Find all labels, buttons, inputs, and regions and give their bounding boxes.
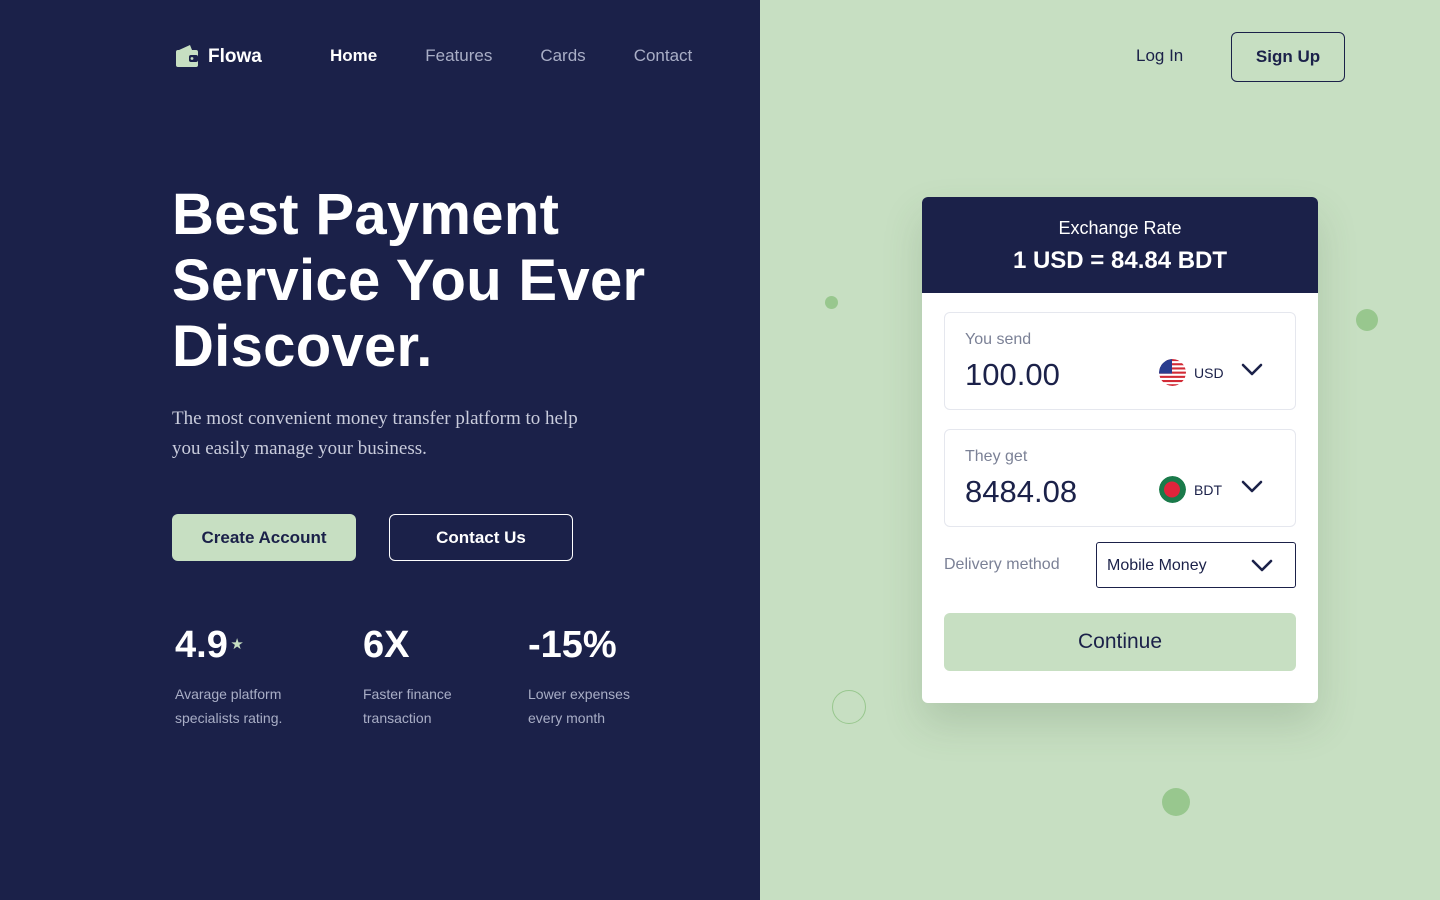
chevron-down-icon bbox=[1251, 559, 1273, 572]
chevron-down-icon[interactable] bbox=[1241, 480, 1263, 494]
send-amount[interactable]: 100.00 bbox=[965, 357, 1060, 393]
receive-amount[interactable]: 8484.08 bbox=[965, 474, 1077, 510]
stat-value-text: 4.9 bbox=[175, 624, 228, 666]
stat-label: Avarage platform specialists rating. bbox=[175, 682, 282, 730]
hero-title-line: Best Payment bbox=[172, 182, 560, 247]
nav-contact[interactable]: Contact bbox=[634, 46, 693, 66]
stat-label-line: transaction bbox=[363, 710, 432, 726]
brand-logo[interactable]: Flowa bbox=[175, 44, 262, 69]
stat-rating: 4.9 ★ Avarage platform specialists ratin… bbox=[175, 622, 282, 730]
stat-label: Faster finance transaction bbox=[363, 682, 452, 730]
stat-value: -15% bbox=[528, 624, 617, 666]
continue-button[interactable]: Continue bbox=[944, 613, 1296, 671]
star-icon: ★ bbox=[230, 636, 244, 653]
stat-label-line: specialists rating. bbox=[175, 710, 283, 726]
nav-cards[interactable]: Cards bbox=[540, 46, 585, 66]
stat-speed: 6X Faster finance transaction bbox=[363, 622, 452, 730]
send-currency-select[interactable]: USD bbox=[1159, 359, 1224, 386]
send-label: You send bbox=[965, 331, 1032, 348]
bd-flag-icon bbox=[1159, 476, 1186, 503]
main-nav: Home Features Cards Contact bbox=[330, 46, 692, 66]
contact-us-button[interactable]: Contact Us bbox=[389, 514, 573, 561]
hero-subtitle: The most convenient money transfer platf… bbox=[172, 404, 632, 464]
delivery-method-label: Delivery method bbox=[944, 556, 1060, 573]
brand-name: Flowa bbox=[208, 45, 262, 67]
stat-label-line: Lower expenses bbox=[528, 686, 630, 702]
exchange-rate-header: Exchange Rate 1 USD = 84.84 BDT bbox=[922, 197, 1318, 293]
receive-amount-field[interactable]: They get 8484.08 BDT bbox=[944, 429, 1296, 527]
stat-value: 4.9 ★ bbox=[175, 622, 244, 668]
decorative-dot bbox=[825, 296, 838, 309]
decorative-ring bbox=[832, 690, 866, 724]
send-currency-code: USD bbox=[1194, 364, 1224, 381]
hero-subtitle-line: you easily manage your business. bbox=[172, 438, 427, 459]
stat-label-line: Faster finance bbox=[363, 686, 452, 702]
exchange-rate-value: 1 USD = 84.84 BDT bbox=[1012, 247, 1228, 274]
stat-label-line: Avarage platform bbox=[175, 686, 282, 702]
exchange-card: Exchange Rate 1 USD = 84.84 BDT You send… bbox=[922, 197, 1318, 703]
delivery-method-select[interactable]: Mobile Money bbox=[1096, 542, 1296, 588]
signup-button[interactable]: Sign Up bbox=[1231, 32, 1345, 82]
decorative-dot bbox=[1162, 788, 1190, 816]
receive-currency-code: BDT bbox=[1194, 481, 1222, 498]
hero-title-line: Service You Ever bbox=[172, 248, 646, 313]
us-flag-icon bbox=[1159, 359, 1186, 386]
hero-subtitle-line: The most convenient money transfer platf… bbox=[172, 408, 578, 429]
decorative-dot bbox=[1356, 309, 1378, 331]
nav-features[interactable]: Features bbox=[425, 46, 492, 66]
stat-expenses: -15% Lower expenses every month bbox=[528, 622, 630, 730]
receive-currency-select[interactable]: BDT bbox=[1159, 476, 1222, 503]
stat-label-line: every month bbox=[528, 710, 606, 726]
wallet-icon bbox=[176, 45, 198, 67]
stat-value: 6X bbox=[363, 624, 410, 666]
chevron-down-icon[interactable] bbox=[1241, 363, 1263, 377]
create-account-button[interactable]: Create Account bbox=[172, 514, 356, 561]
stat-label: Lower expenses every month bbox=[528, 682, 630, 730]
send-amount-field[interactable]: You send 100.00 USD bbox=[944, 312, 1296, 410]
nav-home[interactable]: Home bbox=[330, 46, 377, 66]
exchange-rate-title: Exchange Rate bbox=[1058, 218, 1182, 238]
delivery-method-value: Mobile Money bbox=[1107, 557, 1207, 574]
hero-title-line: Discover. bbox=[172, 314, 433, 379]
hero-title: Best Payment Service You Ever Discover. bbox=[172, 182, 692, 380]
login-link[interactable]: Log In bbox=[1136, 46, 1183, 66]
receive-label: They get bbox=[965, 448, 1028, 465]
